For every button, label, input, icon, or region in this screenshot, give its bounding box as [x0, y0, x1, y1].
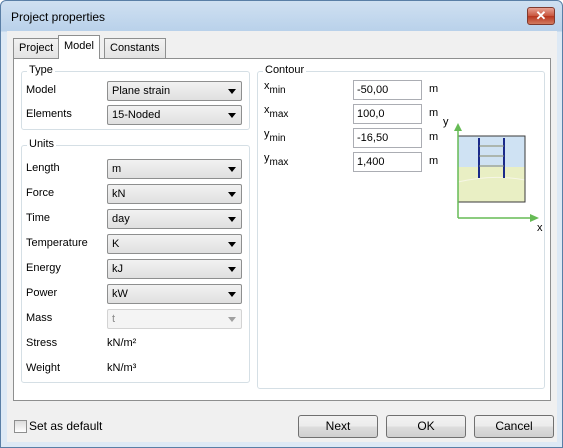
length-select-value: m: [112, 163, 122, 175]
chevron-down-icon: [228, 192, 236, 197]
length-label: Length: [26, 162, 60, 174]
mass-label: Mass: [26, 312, 53, 324]
model-select[interactable]: Plane strain: [107, 81, 242, 101]
temperature-select-value: K: [112, 238, 120, 250]
elements-select-value: 15-Noded: [112, 109, 161, 121]
weight-unit-value: kN/m³: [107, 362, 137, 374]
type-group-title: Type: [27, 64, 55, 76]
time-select-value: day: [112, 213, 130, 225]
xmax-unit: m: [429, 107, 439, 119]
mass-select: t: [107, 309, 242, 329]
power-select-value: kW: [112, 288, 128, 300]
chevron-down-icon: [228, 292, 236, 297]
ymax-label: ymax: [264, 152, 289, 168]
time-label: Time: [26, 212, 51, 224]
units-group-title: Units: [27, 138, 57, 150]
soil-region: [458, 167, 525, 202]
chevron-down-icon: [228, 242, 236, 247]
tab-constants[interactable]: Constants: [104, 38, 166, 58]
model-tab-panel: Type Model Plane strain Elements 15-Node…: [13, 58, 551, 401]
project-properties-dialog: Project properties ✕ Project Model Const…: [0, 0, 563, 448]
chevron-down-icon: [228, 267, 236, 272]
mass-select-value: t: [112, 313, 116, 325]
power-label: Power: [26, 287, 58, 299]
force-label: Force: [26, 187, 55, 199]
ymax-input[interactable]: 1,400: [353, 152, 422, 172]
chevron-down-icon: [228, 167, 236, 172]
next-button[interactable]: Next: [298, 415, 378, 438]
power-select[interactable]: kW: [107, 284, 242, 304]
chevron-down-icon: [228, 89, 236, 94]
dialog-body: Project Model Constants Type Model Plane…: [7, 31, 557, 442]
x-axis-arrow: [530, 214, 539, 222]
ymin-unit: m: [429, 131, 439, 143]
close-button[interactable]: ✕: [527, 7, 555, 25]
energy-select[interactable]: kJ: [107, 259, 242, 279]
length-select[interactable]: m: [107, 159, 242, 179]
title-bar[interactable]: Project properties ✕: [1, 1, 562, 31]
energy-label: Energy: [26, 262, 61, 274]
xmax-label: xmax: [264, 104, 289, 120]
model-select-value: Plane strain: [112, 85, 171, 97]
temperature-label: Temperature: [26, 237, 88, 249]
model-label: Model: [26, 84, 56, 96]
type-group: Type Model Plane strain Elements 15-Node…: [21, 64, 250, 130]
set-as-default-checkbox[interactable]: [14, 420, 27, 433]
contour-group: Contour xmin -50,00 m xmax 100,0 m ymin …: [257, 64, 545, 389]
cancel-button[interactable]: Cancel: [474, 415, 554, 438]
tab-project[interactable]: Project: [13, 38, 60, 58]
units-group: Units Length m Force kN Time day Tempera…: [21, 138, 250, 383]
xmin-unit: m: [429, 83, 439, 95]
set-as-default-label[interactable]: Set as default: [29, 419, 102, 433]
elements-label: Elements: [26, 108, 72, 120]
elements-select[interactable]: 15-Noded: [107, 105, 242, 125]
contour-diagram: [454, 123, 539, 222]
xmin-label: xmin: [264, 80, 286, 96]
xmax-input[interactable]: 100,0: [353, 104, 422, 124]
ymin-label: ymin: [264, 128, 286, 144]
x-axis-label: x: [537, 222, 543, 234]
chevron-down-icon: [228, 217, 236, 222]
window-title: Project properties: [11, 10, 106, 24]
ymin-input[interactable]: -16,50: [353, 128, 422, 148]
stress-unit-value: kN/m²: [107, 337, 137, 349]
y-axis-arrow: [454, 123, 462, 131]
weight-label: Weight: [26, 362, 61, 374]
xmin-input[interactable]: -50,00: [353, 80, 422, 100]
force-select-value: kN: [112, 188, 126, 200]
tab-model[interactable]: Model: [58, 35, 100, 59]
energy-select-value: kJ: [112, 263, 123, 275]
force-select[interactable]: kN: [107, 184, 242, 204]
ok-button[interactable]: OK: [386, 415, 466, 438]
contour-group-title: Contour: [263, 64, 307, 76]
close-icon: ✕: [535, 8, 547, 23]
temperature-select[interactable]: K: [107, 234, 242, 254]
time-select[interactable]: day: [107, 209, 242, 229]
ymax-unit: m: [429, 155, 439, 167]
stress-label: Stress: [26, 337, 58, 349]
chevron-down-icon: [228, 317, 236, 322]
y-axis-label: y: [443, 116, 449, 128]
chevron-down-icon: [228, 113, 236, 118]
